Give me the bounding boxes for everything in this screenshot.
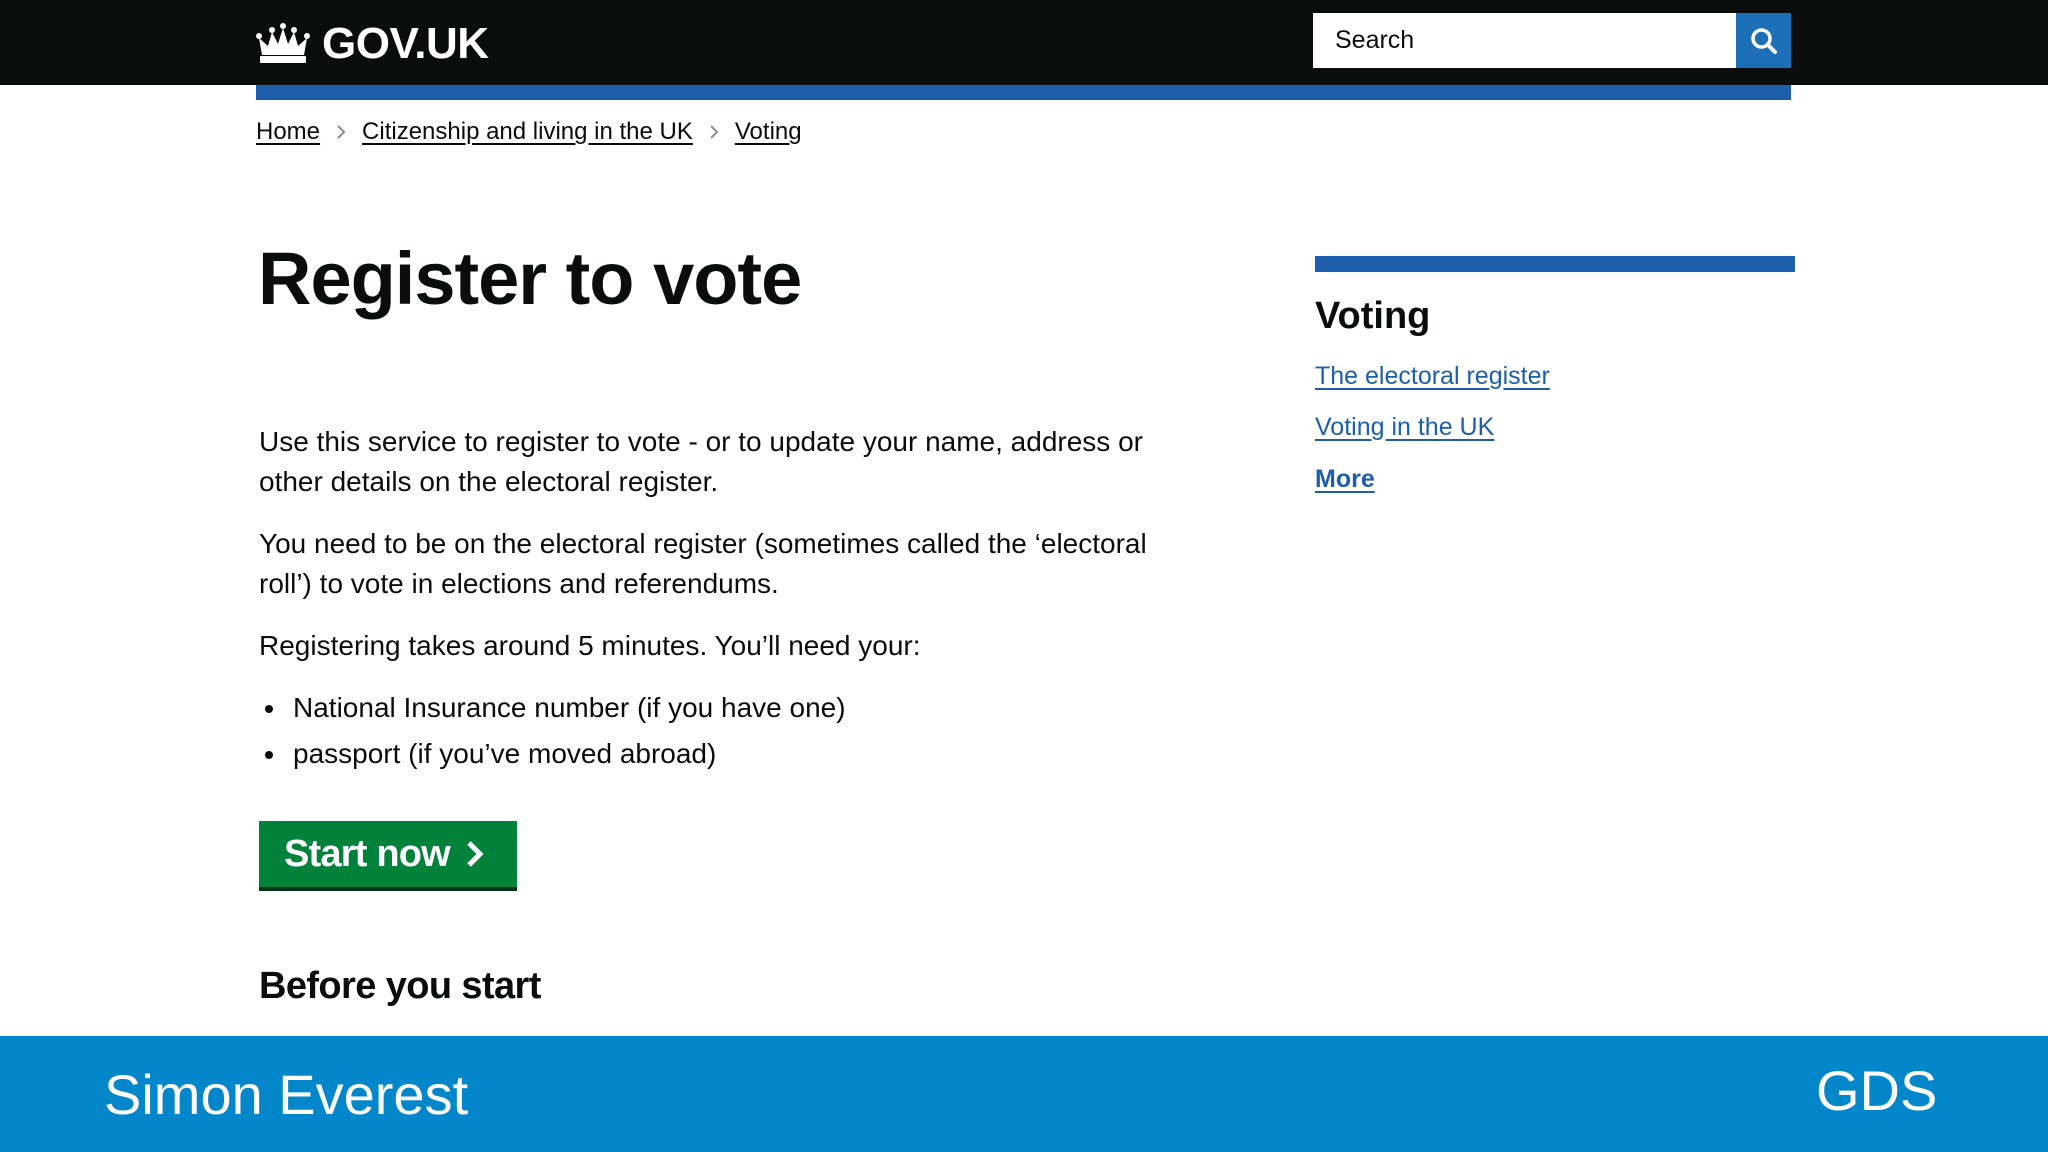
start-now-button[interactable]: Start now	[259, 821, 517, 887]
chevron-right-icon	[467, 841, 484, 867]
list-item-text: passport (if you’ve moved abroad)	[293, 738, 717, 769]
bullet-icon	[265, 705, 273, 713]
breadcrumb-home-link[interactable]: Home	[256, 118, 320, 146]
header-blue-bar	[256, 85, 1791, 100]
related-link-voting-in-uk[interactable]: Voting in the UK	[1315, 413, 1494, 442]
search-input[interactable]	[1313, 13, 1736, 68]
chevron-right-icon	[337, 125, 346, 139]
govuk-logo-link[interactable]: GOV.UK	[256, 18, 489, 70]
chevron-right-icon	[710, 125, 719, 139]
search-icon	[1750, 27, 1777, 54]
list-item: passport (if you’ve moved abroad)	[259, 734, 846, 774]
govuk-logo-text: GOV.UK	[322, 19, 489, 68]
crown-icon	[256, 23, 310, 63]
list-item: National Insurance number (if you have o…	[259, 688, 846, 728]
intro-paragraph: Use this service to register to vote - o…	[259, 426, 1143, 497]
search-button[interactable]	[1736, 13, 1791, 68]
requirements-paragraph: Registering takes around 5 minutes. You’…	[259, 630, 921, 661]
before-you-start-heading: Before you start	[259, 965, 541, 1007]
bullet-icon	[265, 751, 273, 759]
requirements-list: National Insurance number (if you have o…	[259, 688, 846, 780]
related-link-electoral-register[interactable]: The electoral register	[1315, 362, 1550, 391]
breadcrumb: Home Citizenship and living in the UK Vo…	[256, 118, 802, 146]
electoral-roll-paragraph: You need to be on the electoral register…	[259, 528, 1147, 599]
start-now-label: Start now	[284, 832, 451, 875]
related-title: Voting	[1315, 295, 1431, 337]
page-title: Register to vote	[258, 237, 802, 320]
organisation-name: GDS	[1816, 1059, 1938, 1122]
related-content-bar	[1315, 256, 1795, 272]
breadcrumb-citizenship-link[interactable]: Citizenship and living in the UK	[362, 118, 693, 146]
speaker-name: Simon Everest	[104, 1063, 469, 1126]
list-item-text: National Insurance number (if you have o…	[293, 692, 846, 723]
related-link-more[interactable]: More	[1315, 465, 1375, 494]
breadcrumb-voting-link[interactable]: Voting	[735, 118, 802, 146]
govuk-header: GOV.UK	[0, 0, 2048, 85]
